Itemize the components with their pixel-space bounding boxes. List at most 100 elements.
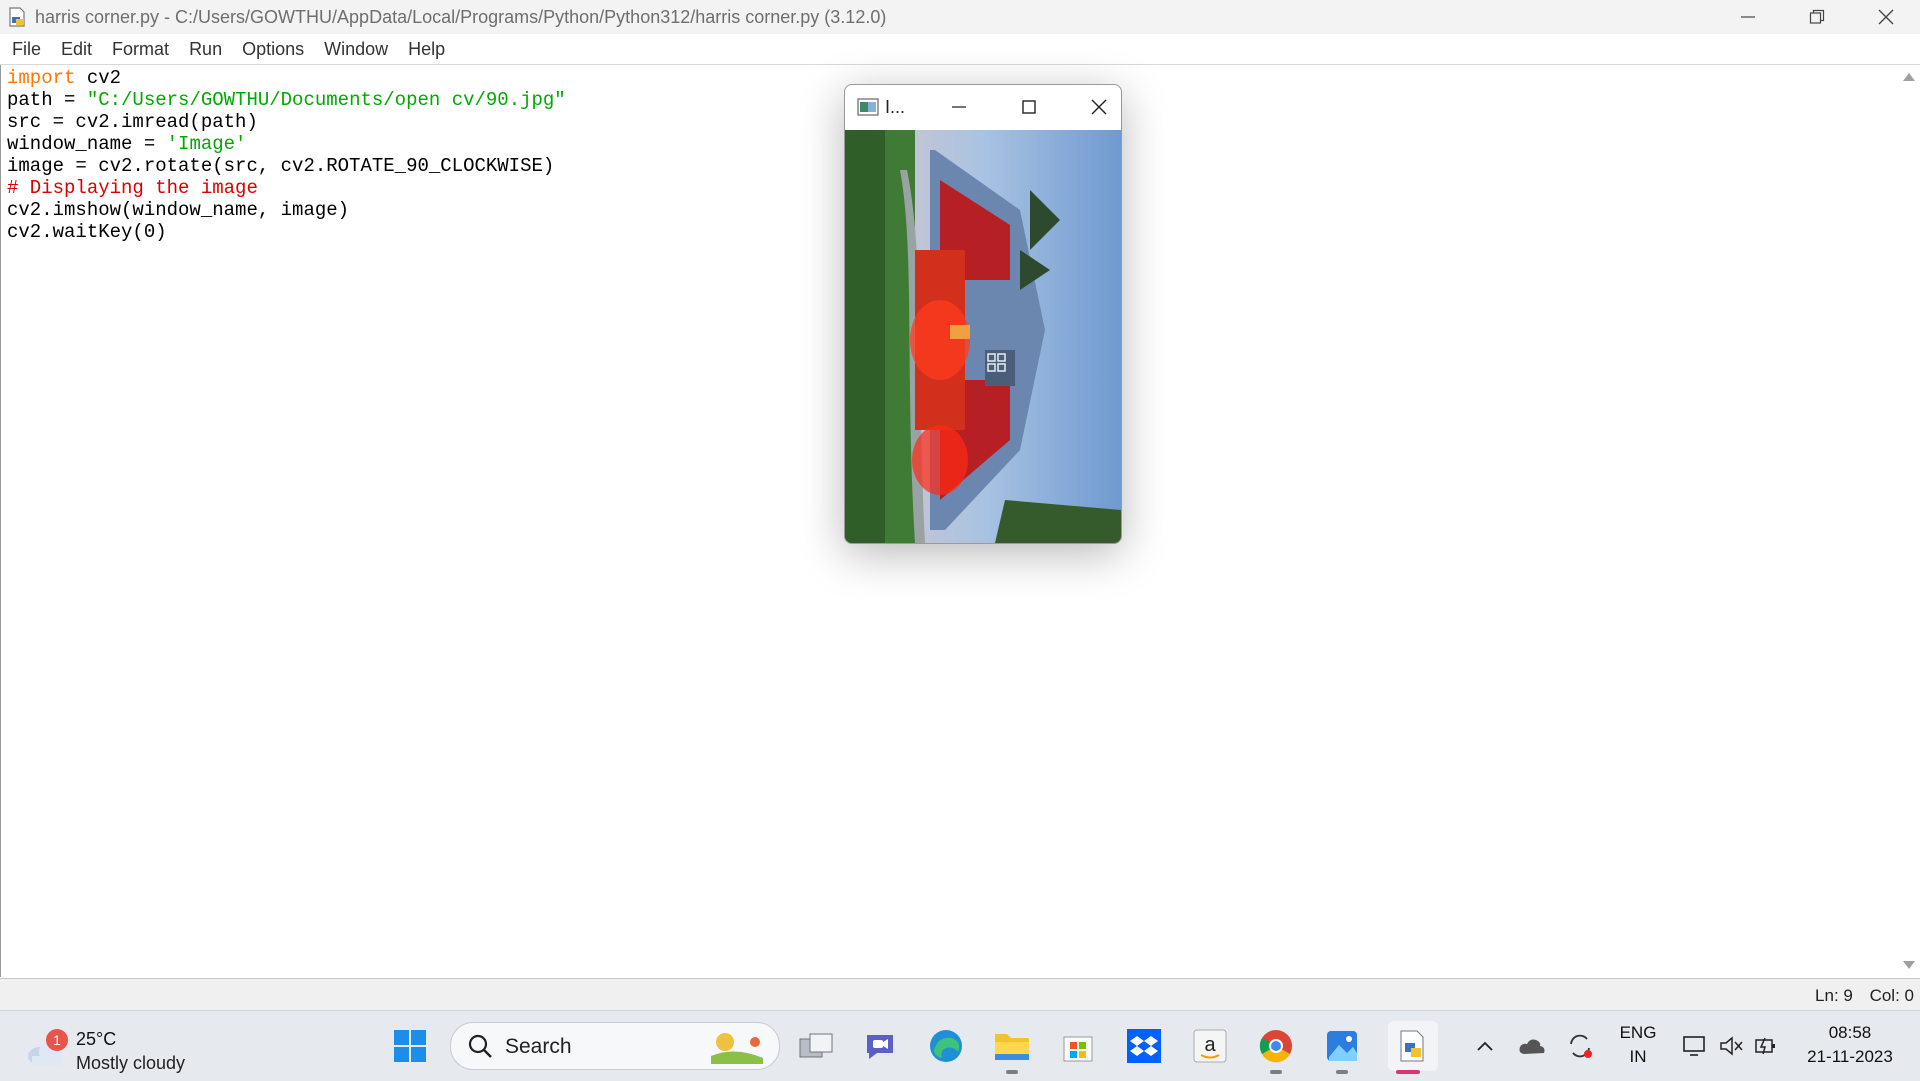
menu-run[interactable]: Run [181, 39, 230, 60]
volume-muted-icon [1720, 1036, 1743, 1056]
code-line: # Displaying the image [7, 177, 566, 199]
battery-button[interactable] [1746, 1026, 1786, 1066]
search-icon [468, 1034, 492, 1058]
restore-button[interactable] [1782, 0, 1851, 34]
python-file-icon [9, 7, 25, 27]
chevron-up-icon [1477, 1041, 1493, 1051]
show-hidden-icons-button[interactable] [1465, 1026, 1505, 1066]
code-token: src = cv2.imread(path) [7, 111, 258, 133]
amazon-icon: a [1193, 1029, 1227, 1063]
image-window-titlebar[interactable]: I... [845, 85, 1121, 129]
line-indicator: Ln: 9 [1815, 986, 1853, 1005]
vertical-scrollbar[interactable] [1898, 65, 1920, 977]
code-token: path = [7, 89, 87, 111]
photos-running-indicator [1336, 1070, 1348, 1074]
edge-icon [930, 1030, 962, 1062]
opencv-window-icon [857, 98, 879, 116]
scroll-up-arrow[interactable] [1903, 73, 1915, 81]
close-button[interactable] [1851, 0, 1920, 34]
menu-help[interactable]: Help [400, 39, 453, 60]
minimize-icon [952, 106, 966, 108]
menu-format[interactable]: Format [104, 39, 177, 60]
chrome-icon [1259, 1030, 1292, 1063]
task-view-icon [799, 1033, 833, 1058]
idle-button[interactable] [1388, 1021, 1438, 1071]
scroll-down-arrow[interactable] [1903, 961, 1915, 969]
image-close-button[interactable] [1069, 85, 1121, 129]
teams-button[interactable] [860, 1026, 900, 1066]
minimize-icon [1740, 16, 1755, 18]
clock-date: 21-11-2023 [1807, 1047, 1893, 1066]
dropbox-icon [1127, 1029, 1161, 1063]
svg-text:a: a [1204, 1034, 1216, 1056]
dropbox-button[interactable] [1124, 1026, 1164, 1066]
photos-button[interactable] [1322, 1026, 1362, 1066]
menu-window[interactable]: Window [316, 39, 396, 60]
restore-icon [1809, 9, 1824, 24]
windows-logo-icon [394, 1030, 426, 1062]
close-icon [1878, 9, 1893, 25]
code-text: import cv2 path = "C:/Users/GOWTHU/Docume… [7, 67, 566, 243]
image-minimize-button[interactable] [929, 85, 989, 129]
taskbar-search[interactable]: Search [450, 1022, 780, 1070]
status-bar: Ln: 9 Col: 0 [0, 978, 1920, 1011]
menu-edit[interactable]: Edit [53, 39, 100, 60]
start-button[interactable] [390, 1026, 430, 1066]
weather-widget[interactable]: 1 25°C Mostly cloudy [26, 1023, 206, 1073]
weather-temperature: 25°C [76, 1029, 117, 1049]
clock[interactable]: 08:58 21-11-2023 [1800, 1023, 1900, 1067]
minimize-button[interactable] [1713, 0, 1782, 34]
onedrive-button[interactable] [1512, 1026, 1552, 1066]
weather-condition: Mostly cloudy [76, 1053, 186, 1073]
network-icon [1683, 1036, 1705, 1056]
edge-button[interactable] [926, 1026, 966, 1066]
battery-charging-icon [1755, 1037, 1775, 1055]
file-explorer-button[interactable] [992, 1026, 1032, 1066]
taskbar: 1 25°C Mostly cloudy Search a ENG IN 08:… [0, 1010, 1920, 1081]
code-token: cv2.waitKey(0) [7, 221, 167, 243]
code-token: 'Image' [166, 133, 247, 155]
title-bar: harris corner.py - C:/Users/GOWTHU/AppDa… [0, 0, 1920, 34]
code-line: cv2.imshow(window_name, image) [7, 199, 566, 221]
code-token: cv2 [75, 67, 122, 89]
image-maximize-button[interactable] [999, 85, 1059, 129]
language-indicator[interactable]: ENG IN [1618, 1023, 1658, 1067]
column-indicator: Col: 0 [1869, 986, 1914, 1005]
idle-active-indicator [1396, 1070, 1420, 1074]
amazon-button[interactable]: a [1190, 1026, 1230, 1066]
network-button[interactable] [1675, 1026, 1715, 1066]
idle-python-icon [1400, 1030, 1424, 1062]
window-title: harris corner.py - C:/Users/GOWTHU/AppDa… [35, 6, 887, 27]
menu-options[interactable]: Options [234, 39, 312, 60]
folder-icon [995, 1034, 1029, 1060]
photos-icon [1327, 1031, 1357, 1061]
code-line: window_name = 'Image' [7, 133, 566, 155]
menu-file[interactable]: File [4, 39, 49, 60]
code-line: cv2.waitKey(0) [7, 221, 566, 243]
image-window-title: I... [885, 96, 906, 117]
search-highlight-icon [711, 1033, 763, 1064]
code-token: image = cv2.rotate(src, cv2.ROTATE_90_CL… [7, 155, 555, 177]
chrome-button[interactable] [1256, 1026, 1296, 1066]
onedrive-cloud-icon [1519, 1039, 1545, 1054]
rotated-house-image [845, 130, 1121, 543]
code-token: # Displaying the image [7, 177, 258, 199]
chrome-running-indicator [1270, 1070, 1282, 1074]
store-button[interactable] [1058, 1026, 1098, 1066]
teams-chat-icon [867, 1035, 893, 1059]
menu-bar: File Edit Format Run Options Window Help [0, 34, 1920, 65]
store-icon [1063, 1036, 1093, 1062]
sync-icon [1570, 1034, 1592, 1058]
maximize-icon [1022, 100, 1036, 114]
close-icon [1091, 99, 1107, 115]
code-token: "C:/Users/GOWTHU/Documents/open cv/90.jp… [86, 89, 566, 111]
clock-time: 08:58 [1828, 1023, 1872, 1042]
notification-badge: 1 [46, 1029, 68, 1051]
task-view-button[interactable] [796, 1026, 836, 1066]
volume-button[interactable] [1711, 1026, 1751, 1066]
image-window[interactable]: I... [844, 84, 1122, 544]
code-line: path = "C:/Users/GOWTHU/Documents/open c… [7, 89, 566, 111]
sync-button[interactable] [1560, 1026, 1600, 1066]
search-label: Search [505, 1035, 572, 1058]
code-token: import [7, 67, 76, 89]
